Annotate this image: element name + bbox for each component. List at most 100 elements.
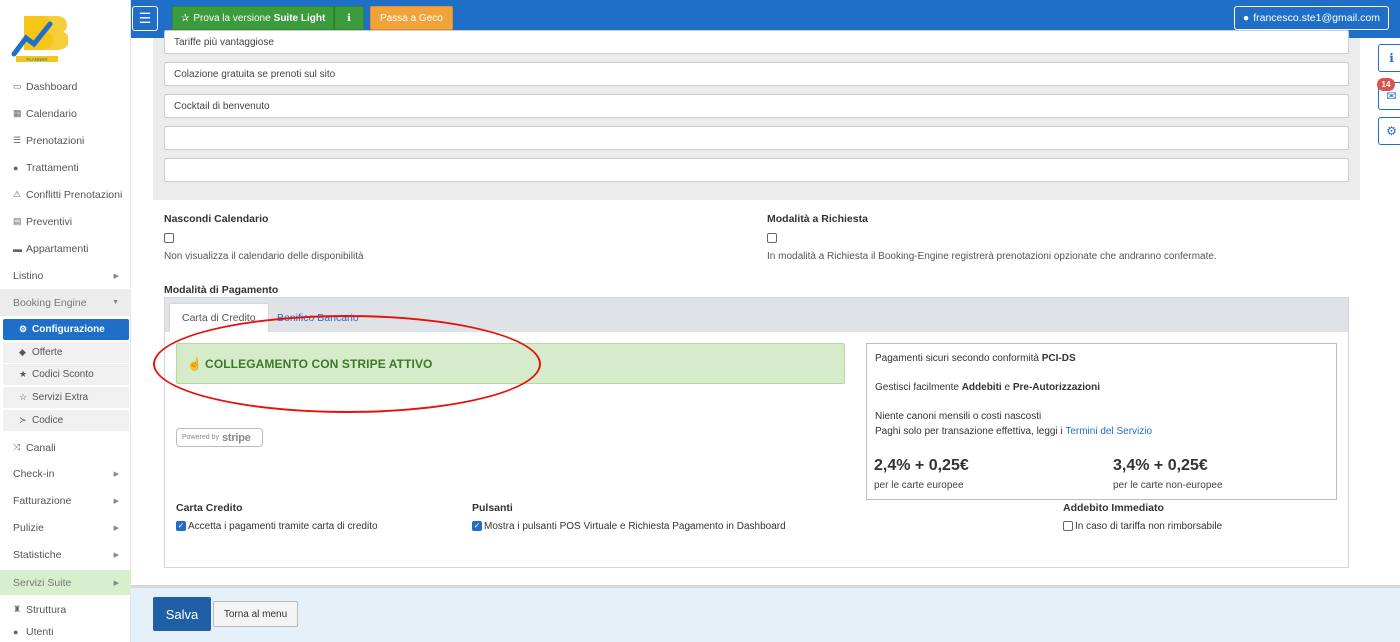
sidebar-item-label: Pulizie — [13, 521, 44, 534]
terms-of-service-link[interactable]: Termini del Servizio — [1065, 426, 1152, 437]
sidebar-item-trattamenti[interactable]: ● Trattamenti — [0, 154, 131, 181]
sidebar-item-calendario[interactable]: ▦ Calendario — [0, 100, 131, 127]
sidebar-item-label: Servizi Suite — [13, 576, 72, 589]
chevron-right-icon: ▶ — [113, 524, 119, 532]
random-icon: ⤨ — [13, 442, 21, 452]
chevron-right-icon: ▶ — [113, 272, 119, 280]
sidebar: PLANNER ▭ Dashboard ▦ Calendario ☰ Prenotaz… — [0, 0, 131, 642]
sidebar-subitem-servizi-extra[interactable]: ☆ Servizi Extra — [3, 387, 129, 408]
footer-action-bar — [131, 585, 1400, 642]
charges-line-mid: e — [1004, 382, 1011, 393]
sidebar-item-listino[interactable]: Listino ▶ — [0, 262, 131, 289]
document-icon: ▤ — [13, 216, 22, 226]
sidebar-item-label: Calendario — [26, 107, 77, 120]
immediate-charge-option: In caso di tariffa non rimborsabile — [1075, 521, 1223, 532]
apple-icon: ● — [13, 162, 19, 173]
sidebar-item-label: Codice — [32, 415, 64, 426]
sidebar-item-label: Offerte — [32, 347, 63, 358]
stripe-badge-brand: stripe — [221, 431, 251, 444]
pci-line-prefix: Pagamenti sicuri secondo conformità — [875, 353, 1039, 364]
star-icon: ★ — [19, 369, 28, 379]
buttons-option: Mostra i pulsanti POS Virtuale e Richies… — [484, 521, 786, 532]
sidebar-item-label: Configurazione — [32, 324, 105, 335]
user-email: francesco.ste1@gmail.com — [1253, 12, 1380, 24]
back-to-menu-button[interactable]: Torna al menu — [213, 601, 298, 627]
price-non-eu-sub: per le carte non-europee — [1113, 480, 1223, 491]
buttons-checkbox[interactable]: ✓ — [472, 521, 482, 531]
user-icon: ● — [13, 627, 19, 637]
sidebar-item-booking-engine[interactable]: Booking Engine ▼ — [0, 289, 131, 316]
buttons-title: Pulsanti — [472, 502, 513, 514]
sidebar-item-prenotazioni[interactable]: ☰ Prenotazioni — [0, 127, 131, 154]
sidebar-item-label: Booking Engine — [13, 296, 87, 309]
offer-input-4[interactable] — [164, 126, 1349, 150]
sidebar-item-struttura[interactable]: ♜ Struttura — [0, 596, 131, 623]
payment-section-title: Modalità di Pagamento — [164, 284, 279, 296]
sidebar-item-label: Canali — [26, 441, 56, 454]
sidebar-subitem-codici-sconto[interactable]: ★ Codici Sconto — [3, 364, 129, 385]
sidebar-item-servizi-suite[interactable]: Servizi Suite ▶ — [0, 570, 131, 595]
terminal-icon: ≻ — [19, 415, 27, 425]
save-button[interactable]: Salva — [153, 597, 211, 631]
tag-icon: ◆ — [19, 347, 26, 357]
immediate-charge-checkbox[interactable] — [1063, 521, 1073, 531]
hide-calendar-checkbox[interactable] — [164, 233, 174, 243]
bb-planner-logo[interactable]: PLANNER — [10, 10, 68, 66]
suite-button-prefix: Prova la versione — [193, 12, 271, 24]
sidebar-item-label: Check-in — [13, 467, 55, 480]
sidebar-item-label: Utenti — [26, 626, 54, 638]
sidebar-item-label: Appartamenti — [26, 242, 89, 255]
settings-side-button[interactable]: ⚙ — [1378, 117, 1400, 145]
pci-line: Pagamenti sicuri secondo conformità PCI-… — [875, 353, 1076, 364]
sidebar-item-dashboard[interactable]: ▭ Dashboard — [0, 73, 131, 100]
offer-input-3[interactable]: Cocktail di benvenuto — [164, 94, 1349, 118]
immediate-charge-title: Addebito Immediato — [1063, 502, 1164, 514]
sidebar-item-canali[interactable]: ⤨ Canali — [0, 434, 131, 461]
user-icon: ● — [1242, 12, 1250, 24]
terms-line: Paghi solo per transazione effettiva, le… — [875, 426, 1152, 437]
offer-input-5[interactable] — [164, 158, 1349, 182]
sidebar-subitem-codice[interactable]: ≻ Codice — [3, 410, 129, 431]
sidebar-item-label: Servizi Extra — [32, 392, 89, 403]
price-eu: 2,4% + 0,25€ — [874, 457, 969, 474]
sidebar-item-pulizie[interactable]: Pulizie ▶ — [0, 514, 131, 541]
powered-by-stripe-badge[interactable]: Powered by stripe — [176, 428, 263, 447]
card-credit-checkbox[interactable]: ✓ — [176, 521, 186, 531]
sidebar-item-appartamenti[interactable]: ▬ Appartamenti — [0, 235, 131, 262]
suite-info-button[interactable]: ℹ — [334, 6, 364, 30]
pci-line-bold: PCI-DS — [1041, 353, 1076, 364]
monitor-icon: ▭ — [13, 81, 22, 91]
hamburger-menu-button[interactable]: ☰ — [132, 6, 158, 31]
hide-calendar-help: Non visualizza il calendario delle dispo… — [164, 251, 364, 262]
sidebar-item-label: Preventivi — [26, 215, 73, 228]
sidebar-item-label: Fatturazione — [13, 494, 72, 507]
tower-icon: ♜ — [13, 604, 22, 614]
passa-a-geco-button[interactable]: Passa a Geco — [370, 6, 453, 30]
request-mode-checkbox[interactable] — [767, 233, 777, 243]
sidebar-item-check-in[interactable]: Check-in ▶ — [0, 460, 131, 487]
try-suite-light-button[interactable]: ✰ Prova la versione Suite Light — [172, 6, 335, 30]
highlight-annotation-oval — [153, 315, 541, 413]
offer-input-2[interactable]: Colazione gratuita se prenoti sul sito — [164, 62, 1349, 86]
sidebar-item-conflitti[interactable]: ⚠ Conflitti Prenotazioni — [0, 181, 131, 208]
sidebar-item-label: Trattamenti — [26, 161, 79, 174]
offer-input-1[interactable]: Tariffe più vantaggiose — [164, 30, 1349, 54]
chevron-right-icon: ▶ — [113, 551, 119, 559]
sidebar-item-label: Listino — [13, 269, 44, 282]
sidebar-item-preventivi[interactable]: ▤ Preventivi — [0, 208, 131, 235]
stripe-badge-prefix: Powered by — [182, 434, 219, 441]
sidebar-item-statistiche[interactable]: Statistiche ▶ — [0, 541, 131, 568]
info-side-button[interactable]: ℹ — [1378, 44, 1400, 72]
sidebar-item-label: Conflitti Prenotazioni — [26, 188, 123, 201]
user-account-button[interactable]: ● francesco.ste1@gmail.com — [1233, 6, 1389, 30]
bed-icon: ▬ — [13, 243, 22, 254]
info-icon: ℹ — [347, 12, 351, 24]
card-credit-option: Accetta i pagamenti tramite carta di cre… — [188, 521, 378, 532]
sidebar-subitem-offerte[interactable]: ◆ Offerte — [3, 342, 129, 363]
sidebar-item-fatturazione[interactable]: Fatturazione ▶ — [0, 487, 131, 514]
hide-calendar-title: Nascondi Calendario — [164, 213, 269, 225]
sidebar-item-utenti[interactable]: ● Utenti — [0, 622, 131, 642]
messages-count-badge: 14 — [1377, 78, 1395, 91]
sidebar-subitem-configurazione[interactable]: ⚙ Configurazione — [3, 319, 129, 340]
charges-line-bold1: Addebiti — [961, 382, 1002, 393]
